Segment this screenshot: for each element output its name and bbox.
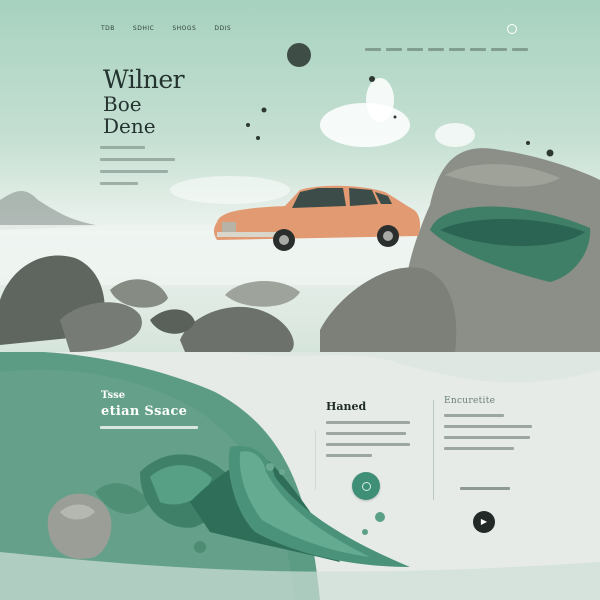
- hero-title: Wilner Boe Dene: [103, 65, 185, 138]
- nav-item-1[interactable]: TDB: [101, 25, 115, 32]
- particle: [393, 115, 397, 119]
- hero-body-placeholder: [100, 146, 190, 194]
- feature-background: [0, 352, 600, 600]
- hero-scene: [0, 43, 600, 352]
- stone: [47, 493, 112, 559]
- hero-title-line-3: Dene: [103, 114, 156, 138]
- page: TDB SDHIC SHOGS DDIS Wilner Boe Dene Tss…: [0, 0, 600, 600]
- pebble: [266, 463, 274, 471]
- divider: [433, 400, 434, 500]
- nav-item-2[interactable]: SDHIC: [133, 25, 154, 32]
- cloud: [435, 123, 475, 147]
- particle: [369, 76, 375, 82]
- hero-section: TDB SDHIC SHOGS DDIS Wilner Boe Dene: [0, 0, 600, 352]
- column-text-placeholder: [444, 414, 534, 450]
- particle: [246, 123, 250, 127]
- nav-item-3[interactable]: SHOGS: [172, 25, 196, 32]
- pebble: [362, 529, 368, 535]
- top-text-placeholder: [365, 48, 528, 51]
- floating-sphere: [287, 43, 311, 67]
- feature-section: [0, 352, 600, 600]
- circle-action-button[interactable]: [352, 472, 380, 500]
- mountain: [0, 190, 100, 230]
- rock: [180, 306, 294, 352]
- feature-caption-small: Tsse: [101, 390, 126, 401]
- column-heading: Encuretite: [444, 396, 496, 406]
- feature-caption-placeholder: [100, 426, 200, 433]
- nav-item-4[interactable]: DDIS: [214, 25, 231, 32]
- particle: [546, 149, 554, 157]
- circle-outline-icon: [361, 481, 371, 491]
- pebble: [279, 469, 285, 475]
- top-nav: TDB SDHIC SHOGS DDIS: [101, 25, 231, 32]
- circle-outline-icon[interactable]: [507, 24, 517, 34]
- next-button[interactable]: ▶: [473, 511, 495, 533]
- feature-caption-title: etian Ssace: [101, 404, 188, 419]
- column-text-placeholder: [326, 421, 414, 457]
- button-label-placeholder: [460, 487, 510, 490]
- particle: [256, 136, 260, 140]
- feature-column-2: Encuretite: [444, 396, 534, 458]
- hero-title-line-2: Boe: [103, 92, 142, 116]
- particle: [526, 141, 530, 145]
- column-heading: Haned: [326, 400, 367, 413]
- hero-title-line-1: Wilner: [103, 65, 185, 94]
- pebble: [194, 541, 206, 553]
- pebble: [375, 512, 385, 522]
- divider: [315, 430, 316, 490]
- feature-column-1: Haned: [326, 400, 414, 465]
- chevron-right-icon: ▶: [480, 517, 488, 526]
- cloud: [320, 103, 410, 147]
- particle: [261, 107, 267, 113]
- cloud: [366, 78, 394, 122]
